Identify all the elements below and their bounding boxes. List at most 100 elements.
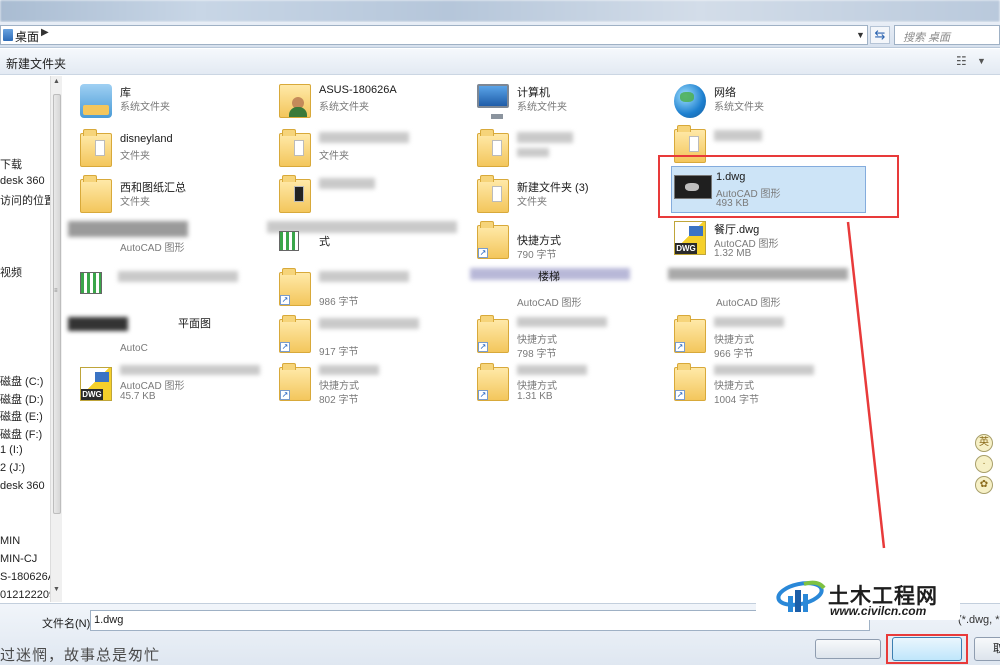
- address-box[interactable]: 桌面 ▶ ▼: [0, 25, 868, 45]
- file-dwg[interactable]: DWG AutoCAD 图形 45.7 KB: [78, 363, 273, 409]
- file-blurred-dwg[interactable]: AutoCAD 图形: [68, 221, 273, 267]
- file-type: AutoC: [120, 343, 148, 354]
- scrollbar-thumb[interactable]: [53, 94, 61, 514]
- nav-item[interactable]: desk 360: [0, 480, 45, 492]
- file-new-folder-3[interactable]: 新建文件夹 (3) 文件夹: [475, 175, 670, 221]
- side-dot-icon[interactable]: ·: [975, 455, 993, 473]
- nav-item[interactable]: 012122209: [0, 589, 55, 601]
- view-dropdown-icon[interactable]: ▼: [977, 56, 986, 66]
- file-shortcut[interactable]: ↗ 快捷方式 802 字节: [277, 363, 472, 409]
- blurred-name: [319, 132, 409, 143]
- watermark: 土木工程网 www.civilcn.com: [756, 562, 960, 620]
- secondary-button[interactable]: [815, 639, 881, 659]
- folder-icon: ↗: [279, 315, 311, 353]
- globe-land-shape: [680, 92, 694, 102]
- search-input[interactable]: 搜索 桌面: [894, 25, 1000, 45]
- nav-item[interactable]: MIN: [0, 535, 20, 547]
- new-folder-button[interactable]: 新建文件夹: [6, 55, 66, 72]
- document-icon: [294, 186, 304, 202]
- annotation-highlight-box: [886, 634, 968, 664]
- side-badge-icon[interactable]: 英: [975, 434, 993, 452]
- document-icon: [294, 140, 304, 156]
- refresh-button[interactable]: ⇆: [870, 26, 890, 44]
- desktop-icon: [3, 29, 13, 41]
- file-type: 快捷方式: [517, 335, 557, 346]
- file-blurred-image[interactable]: [78, 268, 273, 314]
- shortcut-arrow-icon: ↗: [280, 295, 290, 305]
- file-folder-blurred[interactable]: 文件夹: [277, 129, 472, 175]
- nav-item[interactable]: 磁盘 (F:): [0, 426, 42, 442]
- nav-item[interactable]: 磁盘 (C:): [0, 373, 43, 389]
- document-icon: [95, 140, 105, 156]
- nav-item[interactable]: 下载: [0, 156, 22, 172]
- dwg-file-icon: DWG: [674, 221, 706, 255]
- file-size: 986 字节: [319, 297, 359, 308]
- file-library[interactable]: 库 系统文件夹: [78, 80, 273, 126]
- file-user-folder[interactable]: ASUS-180626A 系统文件夹: [277, 80, 472, 126]
- nav-item[interactable]: MIN-CJ: [0, 553, 37, 565]
- file-shortcut[interactable]: ↗ 快捷方式 1004 字节: [672, 363, 867, 409]
- file-shortcut[interactable]: ↗ 快捷方式 798 字节: [475, 315, 670, 361]
- file-disneyland[interactable]: disneyland 文件夹: [78, 129, 273, 175]
- toolbar: 新建文件夹 ☷ ▼: [0, 49, 1000, 75]
- file-blurred-dwg[interactable]: 楼梯 AutoCAD 图形: [470, 268, 665, 314]
- file-blurred-dwg[interactable]: AutoCAD 图形: [668, 268, 863, 314]
- file-shortcut-blurred[interactable]: ↗ 986 字节: [277, 268, 472, 314]
- dwg-blue-shape: [95, 372, 109, 382]
- cancel-button[interactable]: 取: [974, 637, 1000, 661]
- shortcut-arrow-icon: ↗: [478, 342, 488, 352]
- shortcut-arrow-icon: ↗: [675, 390, 685, 400]
- blurred-name: [120, 365, 260, 375]
- file-shortcut[interactable]: ↗ 快捷方式 1.31 KB: [475, 363, 670, 409]
- folder-icon: [477, 129, 509, 167]
- folder-icon: [80, 129, 112, 167]
- nav-item[interactable]: 1 (I:): [0, 444, 23, 456]
- image-thumbnail-icon: [279, 231, 299, 251]
- side-flower-icon[interactable]: ✿: [975, 476, 993, 494]
- file-shortcut[interactable]: ↗ 快捷方式 966 字节: [672, 315, 867, 361]
- filename-input[interactable]: 1.dwg: [90, 610, 870, 631]
- refresh-icon: ⇆: [874, 27, 886, 42]
- nav-item[interactable]: 2 (J:): [0, 462, 25, 474]
- scroll-down-icon[interactable]: ▼: [53, 586, 60, 593]
- nav-item[interactable]: desk 360: [0, 175, 45, 187]
- nav-item[interactable]: 磁盘 (E:): [0, 408, 43, 424]
- blurred-thumbnail: [68, 317, 128, 331]
- file-canting-dwg[interactable]: DWG 餐厅.dwg AutoCAD 图形 1.32 MB: [672, 217, 867, 263]
- file-type: 系统文件夹: [319, 102, 369, 113]
- filetype-select[interactable]: (*.dwg, *: [958, 614, 1000, 626]
- file-shortcut[interactable]: ↗ 快捷方式 790 字节: [475, 221, 670, 267]
- folder-icon: ↗: [477, 363, 509, 401]
- document-icon: [689, 136, 699, 152]
- folder-icon: ↗: [477, 221, 509, 259]
- file-network[interactable]: 网络 系统文件夹: [672, 80, 867, 126]
- address-dropdown-icon[interactable]: ▼: [856, 30, 865, 40]
- filename-label: 文件名(N):: [42, 618, 94, 630]
- file-shortcut-blurred[interactable]: ↗ 917 字节: [277, 315, 472, 361]
- blurred-name: [517, 317, 607, 327]
- nav-item[interactable]: 磁盘 (D:): [0, 391, 43, 407]
- image-thumbnail-icon: [80, 272, 102, 294]
- blurred-name: [517, 132, 573, 143]
- network-globe-icon: [674, 84, 706, 118]
- blurred-type: [517, 148, 549, 157]
- scroll-up-icon[interactable]: ▲: [53, 78, 60, 85]
- file-computer[interactable]: 计算机 系统文件夹: [475, 80, 670, 126]
- shortcut-arrow-icon: ↗: [478, 248, 488, 258]
- file-blurred[interactable]: [277, 175, 472, 221]
- file-type: 系统文件夹: [517, 102, 567, 113]
- file-blurred-dwg[interactable]: 平面图 AutoC: [68, 315, 273, 361]
- nav-item[interactable]: 视频: [0, 264, 22, 280]
- nav-item[interactable]: 访问的位置: [0, 192, 55, 208]
- file-xihe-folder[interactable]: 西和图纸汇总 文件夹: [78, 175, 273, 221]
- file-type: 快捷方式: [714, 335, 754, 346]
- civilcn-logo-icon: [776, 580, 826, 612]
- file-name: 平面图: [178, 318, 211, 330]
- file-blurred[interactable]: 式: [267, 221, 472, 267]
- file-blurred[interactable]: [475, 129, 670, 175]
- navigation-scrollbar[interactable]: ▲ ≡ ▼: [50, 76, 62, 602]
- breadcrumb-arrow-icon[interactable]: ▶: [41, 27, 49, 38]
- library-icon: [80, 84, 112, 118]
- view-options-icon[interactable]: ☷: [956, 54, 967, 68]
- file-type: AutoCAD 图形: [716, 298, 781, 309]
